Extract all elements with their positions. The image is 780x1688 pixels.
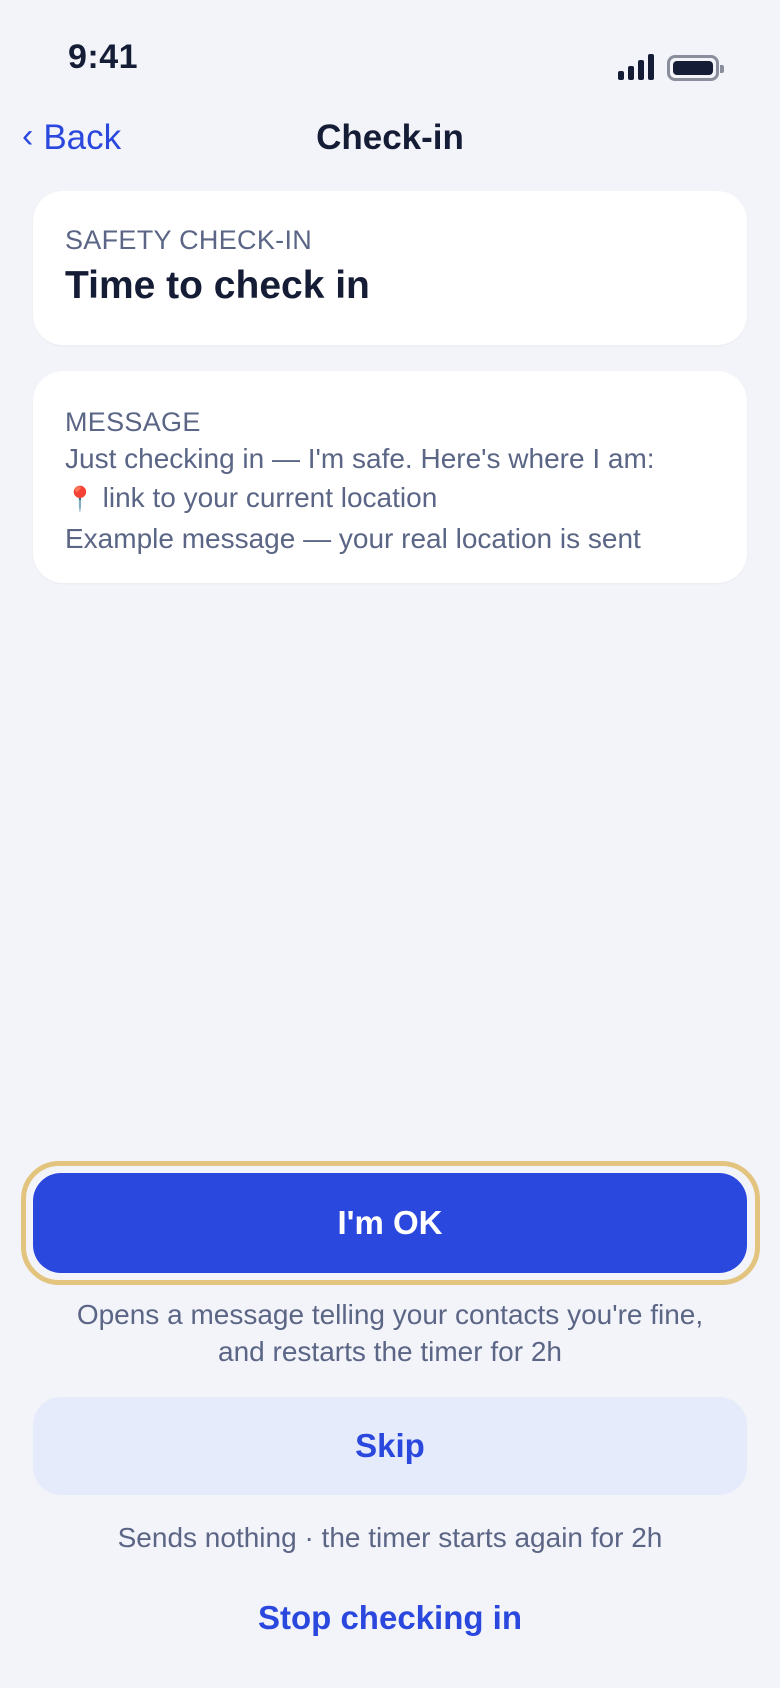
card-eyebrow: SAFETY CHECK-IN xyxy=(65,225,313,255)
back-button[interactable]: ‹ Back xyxy=(22,116,121,160)
ok-helper-line-1: Opens a message telling your contacts yo… xyxy=(76,1299,704,1330)
message-location-text: link to your current location xyxy=(102,482,438,513)
ok-helper-text: Opens a message telling your contacts yo… xyxy=(30,1296,750,1370)
message-line-3: Example message — your real location is … xyxy=(65,523,641,554)
status-time: 9:41 xyxy=(68,38,139,76)
pin-icon: 📍 xyxy=(65,486,95,513)
chevron-left-icon: ‹ xyxy=(22,117,34,155)
skip-button[interactable]: Skip xyxy=(33,1397,747,1495)
checkin-header-card: SAFETY CHECK-IN Time to check in xyxy=(33,191,747,345)
card-title: Time to check in xyxy=(65,264,370,307)
im-ok-button[interactable]: I'm OK xyxy=(33,1173,747,1273)
message-line-2: 📍 link to your current location xyxy=(65,478,715,519)
stop-checking-in-link[interactable]: Stop checking in xyxy=(0,1598,780,1638)
message-line-1: Just checking in — I'm safe. Here's wher… xyxy=(65,443,655,474)
back-label: Back xyxy=(43,118,122,157)
skip-helper-text: Sends nothing · the timer starts again f… xyxy=(117,1522,663,1553)
message-card: MESSAGE Just checking in — I'm safe. Her… xyxy=(33,371,747,583)
battery-icon xyxy=(667,55,724,81)
signal-icon xyxy=(618,54,654,80)
message-eyebrow: MESSAGE xyxy=(65,407,201,437)
checkin-screen: 9:41 Check-in ‹ Back SAFETY CHECK-IN Tim… xyxy=(0,0,780,1688)
ok-helper-line-2: and restarts the timer for 2h xyxy=(218,1336,562,1367)
